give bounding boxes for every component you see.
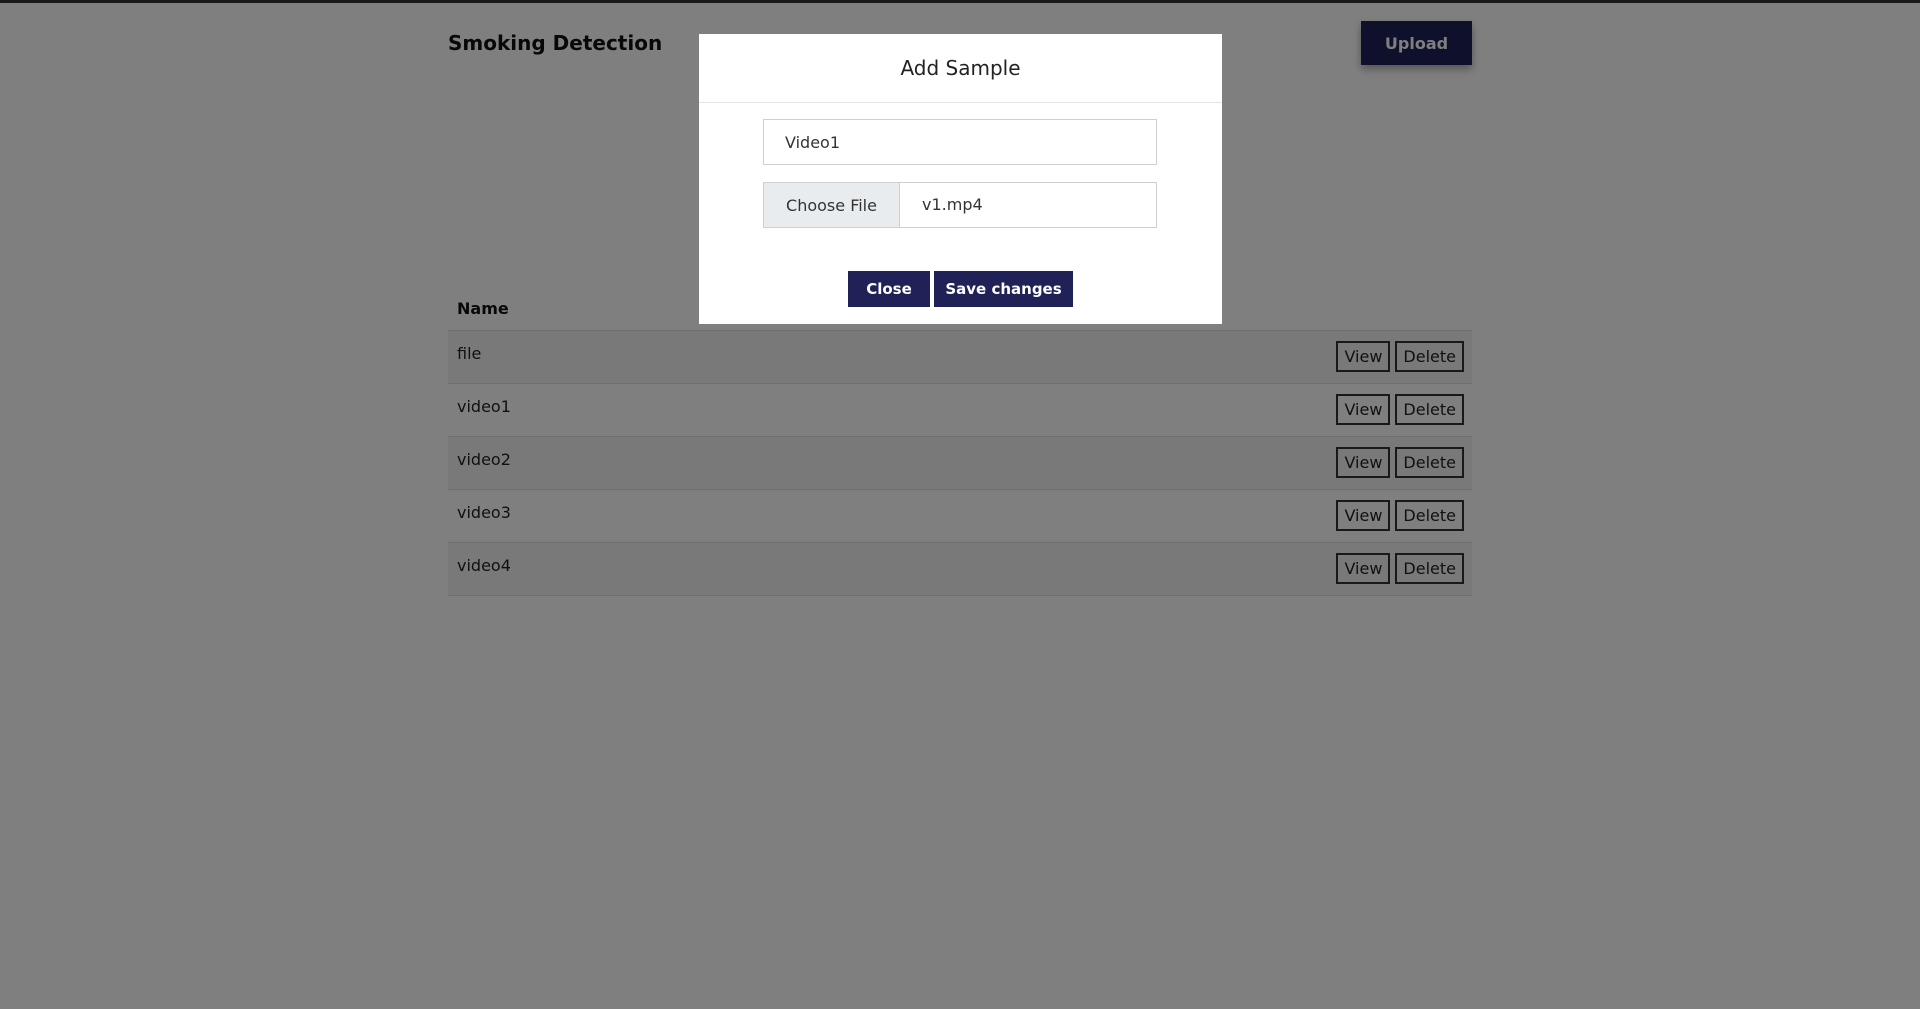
add-sample-modal: Add Sample Choose File v1.mp4 Close Save… [699, 34, 1222, 324]
modal-title: Add Sample [900, 56, 1021, 80]
modal-header: Add Sample [699, 34, 1222, 103]
close-button[interactable]: Close [848, 271, 930, 307]
choose-file-button[interactable]: Choose File [764, 183, 900, 227]
save-changes-button[interactable]: Save changes [934, 271, 1073, 307]
sample-name-input[interactable] [763, 119, 1157, 165]
file-input[interactable]: Choose File v1.mp4 [763, 182, 1157, 228]
selected-file-name: v1.mp4 [922, 195, 983, 214]
modal-footer: Close Save changes [699, 271, 1222, 307]
